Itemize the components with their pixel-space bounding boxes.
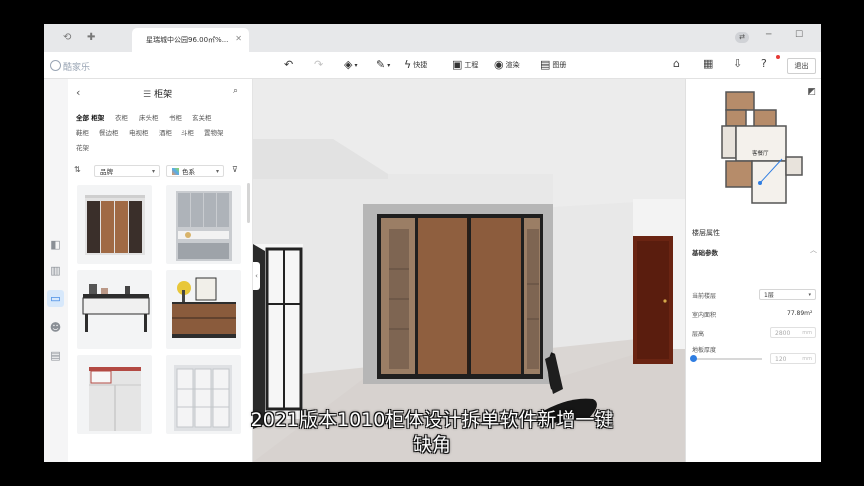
- tools-button[interactable]: ✎ ▾: [376, 58, 390, 71]
- floor-thickness-label: 地板厚度: [692, 347, 717, 354]
- box-icon[interactable]: ▤: [47, 347, 64, 364]
- floorplan-drawing: [721, 91, 803, 204]
- product-card[interactable]: [166, 185, 241, 264]
- palette-icon: [172, 168, 179, 175]
- floorplan-minimap[interactable]: 客餐厅 ◩: [686, 79, 821, 215]
- filter-shelf[interactable]: 置物架: [204, 127, 224, 137]
- eraser-icon: ◈: [344, 58, 353, 71]
- filter-chest[interactable]: 斗柜: [181, 127, 194, 137]
- filter-shoe[interactable]: 鞋柜: [76, 127, 89, 137]
- eraser-button[interactable]: ◈ ▾: [344, 58, 357, 71]
- back-icon[interactable]: ⟲: [63, 32, 71, 43]
- filter-tv[interactable]: 电视柜: [129, 127, 149, 137]
- redo-button[interactable]: ↷: [314, 58, 325, 71]
- user-icon[interactable]: ☻: [47, 319, 64, 336]
- filter-wardrobe[interactable]: 衣柜: [115, 112, 128, 122]
- color-select[interactable]: 色系 ▾: [166, 165, 224, 177]
- search-icon[interactable]: ⌕: [233, 86, 238, 96]
- help-icon[interactable]: ?: [761, 57, 767, 70]
- export-icon[interactable]: ⇩: [733, 57, 742, 70]
- close-icon[interactable]: ✕: [235, 34, 242, 43]
- filter-wine[interactable]: 酒柜: [159, 127, 172, 137]
- sort-icon[interactable]: ⇅: [74, 165, 81, 174]
- area-value: 77.89m²: [787, 310, 813, 317]
- thickness-slider-track[interactable]: [694, 358, 762, 360]
- project-icon: ▣: [452, 58, 463, 71]
- bolt-icon: ϟ: [404, 58, 412, 71]
- collapse-panel-toggle[interactable]: ‹: [253, 262, 260, 290]
- layers-icon[interactable]: ◧: [47, 236, 64, 253]
- filter-bookcase[interactable]: 书柜: [169, 112, 182, 122]
- filter-sideboard[interactable]: 餐边柜: [99, 127, 119, 137]
- project-button[interactable]: ▣ 工程: [452, 58, 478, 71]
- filter-entry[interactable]: 玄关柜: [192, 112, 212, 122]
- chevron-up-icon[interactable]: ︿: [810, 245, 817, 255]
- app-logo: 酷家乐: [50, 60, 90, 73]
- filter-funnel-icon[interactable]: ⊽: [232, 165, 238, 174]
- section-title: 基础参数: [692, 249, 718, 257]
- wardrobe-thumbnail: [85, 195, 145, 255]
- title-bar: ⟲ ✚ 星瑞城中公园96.00㎡%... ✕ ⇄ ─ ☐: [44, 24, 821, 52]
- undo-button[interactable]: ↶: [284, 58, 295, 71]
- wrench-icon: ✎: [376, 58, 386, 71]
- list-icon: ☰: [143, 90, 152, 100]
- sort-bar: ⇅ 品牌 ▾ 色系 ▾ ⊽: [74, 165, 246, 178]
- model-icon[interactable]: ▥: [47, 262, 64, 279]
- thickness-slider-thumb[interactable]: [690, 355, 697, 362]
- caption-line-1: 2021版本1010柜体设计拆单软件新增一键: [250, 409, 614, 431]
- render-icon: ◉: [494, 58, 504, 71]
- exit-button[interactable]: 退出: [787, 58, 816, 74]
- height-label: 层高: [692, 331, 705, 338]
- back-arrow-icon[interactable]: ‹: [76, 86, 80, 99]
- filter-plant-stand[interactable]: 花架: [76, 142, 89, 152]
- save-icon[interactable]: ▦: [703, 57, 713, 70]
- pin-icon[interactable]: ✚: [87, 32, 95, 43]
- product-card[interactable]: [77, 185, 152, 264]
- view-toggle-icon[interactable]: ◩: [807, 87, 816, 97]
- gallery-icon: ▤: [540, 58, 551, 71]
- gallery-button[interactable]: ▤ 图册: [540, 58, 566, 71]
- notification-dot: [776, 55, 780, 59]
- filter-all[interactable]: 全部 柜架: [76, 112, 104, 122]
- switch-icon[interactable]: ⇄: [735, 32, 749, 43]
- cabinet-icon[interactable]: ▭: [47, 290, 64, 307]
- catalog-scrollbar[interactable]: [247, 183, 250, 223]
- height-input[interactable]: 2800 mm: [770, 327, 816, 338]
- cabinet-thumbnail: [176, 191, 232, 261]
- current-floor-select[interactable]: 1层 ▾: [759, 289, 816, 300]
- render-button[interactable]: ◉ 渲染: [494, 58, 520, 71]
- tv-stand-thumbnail: [82, 284, 150, 332]
- filter-nightstand[interactable]: 床头柜: [139, 112, 159, 122]
- caption-line-2: 缺角: [412, 434, 451, 456]
- product-card[interactable]: [166, 270, 241, 349]
- current-floor-label: 当前楼层: [692, 293, 717, 300]
- brand-select[interactable]: 品牌 ▾: [94, 165, 160, 177]
- home-icon[interactable]: ⌂: [673, 57, 680, 70]
- maximize-icon[interactable]: ☐: [795, 30, 803, 40]
- room-label: 客餐厅: [752, 151, 769, 157]
- main-toolbar: 酷家乐 ↶ ↷ ◈ ▾ ✎ ▾ ϟ 快捷 ▣ 工程 ◉ 渲染 ▤ 图册 ⌂ ▦ ⇩ ? 退出: [44, 52, 821, 79]
- area-label: 室内面积: [692, 312, 717, 319]
- redo-icon: ↷: [314, 58, 324, 71]
- catalog-title: ☰ 柜架: [143, 90, 173, 100]
- minimize-icon[interactable]: ─: [766, 30, 771, 40]
- chest-thumbnail: [172, 277, 236, 338]
- panel-title: 楼层属性: [692, 229, 720, 237]
- tab-title: 星瑞城中公园96.00㎡%...: [146, 36, 229, 44]
- floor-thickness-input[interactable]: 120 mm: [770, 353, 816, 364]
- undo-icon: ↶: [284, 58, 294, 71]
- document-tab[interactable]: 星瑞城中公园96.00㎡%... ✕: [132, 28, 249, 52]
- app-window: ⟲ ✚ 星瑞城中公园96.00㎡%... ✕ ⇄ ─ ☐ 酷家乐 ↶ ↷ ◈ ▾ …: [44, 24, 821, 462]
- product-card[interactable]: [77, 270, 152, 349]
- quick-button[interactable]: ϟ 快捷: [404, 58, 427, 71]
